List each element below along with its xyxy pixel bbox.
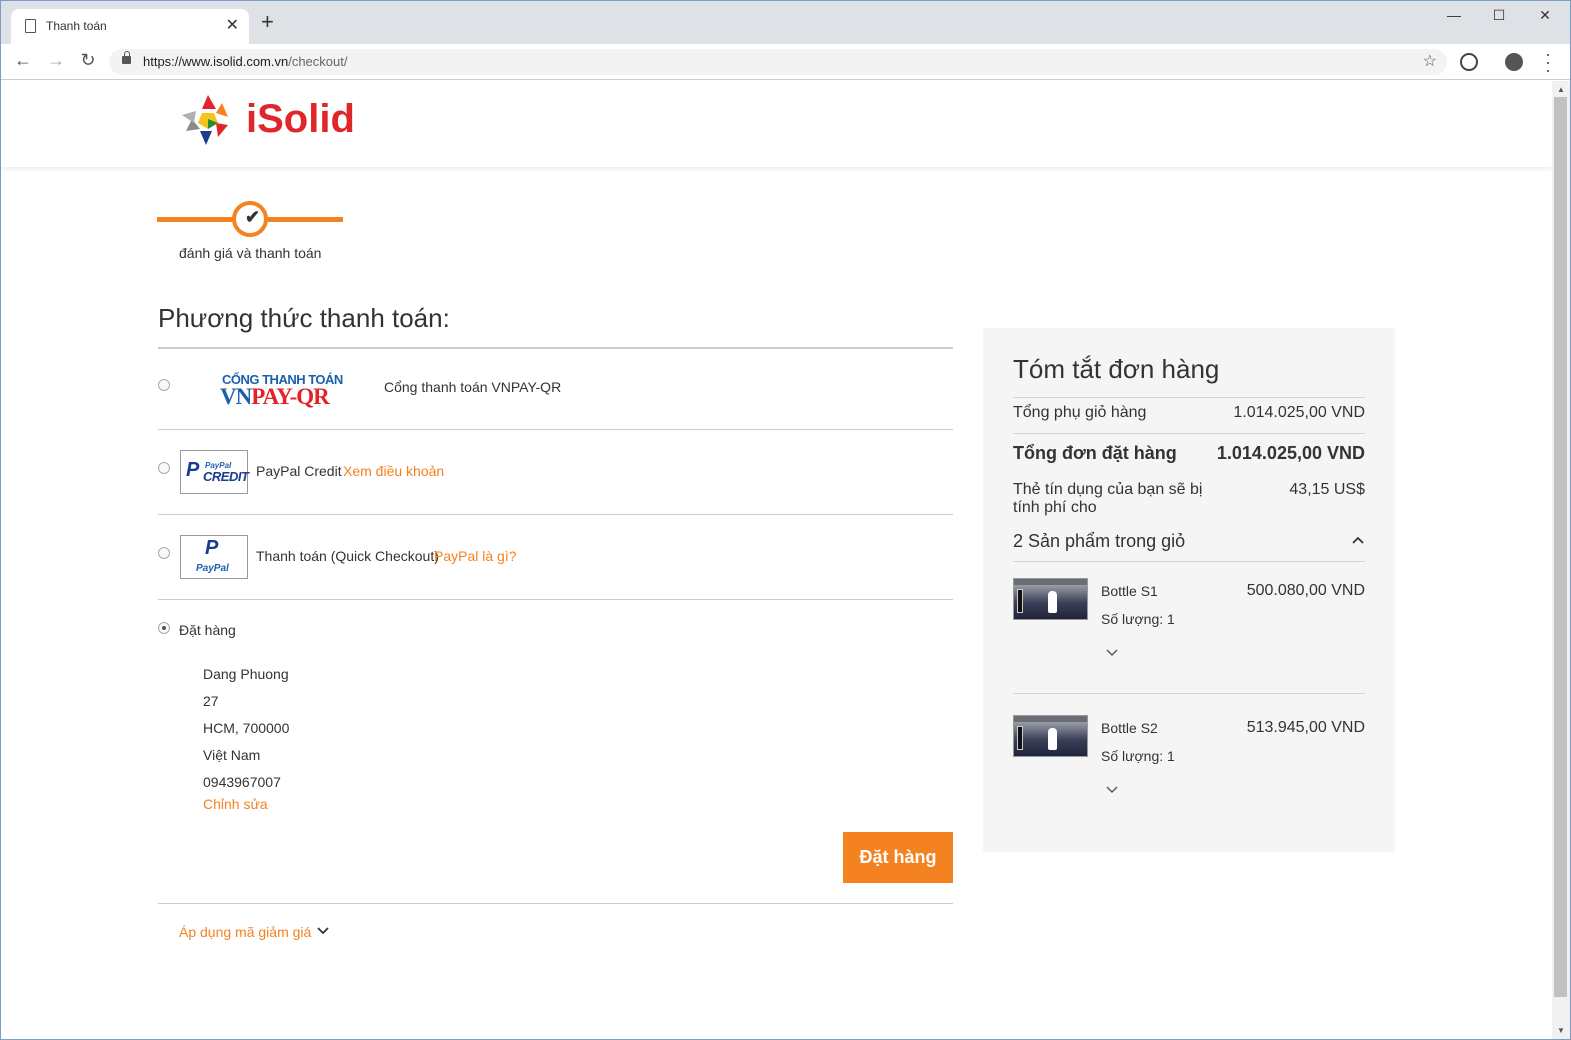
vnpay-logo-vn: VN	[220, 384, 252, 409]
address-city: HCM, 700000	[203, 720, 290, 736]
paypal-p-icon: P	[186, 459, 200, 481]
subtotal-label: Tổng phụ giỏ hàng	[1013, 404, 1147, 421]
divider	[1013, 433, 1365, 434]
product-price: 500.080,00 VND	[1246, 582, 1365, 599]
order-option-label: Đặt hàng	[179, 622, 236, 638]
vnpay-logo-bottom: VNPAY-QR	[220, 384, 330, 410]
total-value: 1.014.025,00 VND	[1216, 443, 1365, 463]
chevron-up-icon[interactable]	[1351, 533, 1365, 547]
payment-option-vnpay[interactable]: CỔNG THANH TOÁN VNPAY-QR Cổng thanh toán…	[158, 349, 953, 430]
charge-value: 43,15 US$	[1289, 481, 1365, 498]
paypal-credit-terms-link[interactable]: Xem điều khoản	[343, 463, 444, 479]
url-text[interactable]: https://www.isolid.com.vn/checkout/	[143, 54, 347, 69]
subtotal-value: 1.014.025,00 VND	[1233, 404, 1365, 421]
paypal-label: Thanh toán (Quick Checkout)	[256, 548, 439, 564]
paypal-credit-label: PayPal Credit	[256, 463, 342, 479]
paypal-p-icon: P	[205, 537, 219, 559]
product-price: 513.945,00 VND	[1246, 719, 1365, 736]
window-close-icon[interactable]: ✕	[1522, 7, 1568, 24]
product-thumbnail	[1013, 578, 1088, 620]
browser-window: Thanh toán ✕ + — ☐ ✕ ← → ↻ https://www.i…	[0, 0, 1571, 1040]
paypal-credit-logo: P PayPal CREDIT	[180, 450, 249, 494]
summary-title: Tóm tắt đơn hàng	[1013, 354, 1220, 384]
scrollbar-thumb[interactable]	[1554, 97, 1567, 997]
address-street: 27	[203, 693, 219, 709]
site-header: iSolid	[1, 81, 1552, 167]
paypal-what-link[interactable]: PayPal là gì?	[434, 548, 517, 564]
charge-label: Thẻ tín dụng của bạn sẽ bị tính phí cho	[1013, 481, 1203, 516]
site-logo[interactable]: iSolid	[178, 91, 358, 149]
product-thumbnail	[1013, 715, 1088, 757]
product-name: Bottle S1	[1101, 583, 1158, 599]
vnpay-logo: CỔNG THANH TOÁN VNPAY-QR	[220, 369, 343, 413]
brand-name: iSolid	[246, 97, 355, 141]
document-icon	[25, 19, 36, 33]
tab-title: Thanh toán	[46, 19, 107, 33]
address-phone: 0943967007	[203, 774, 281, 790]
checkout-progress: ✔ đánh giá và thanh toán	[157, 193, 343, 263]
isolid-logo-icon	[182, 95, 228, 145]
url-path: /checkout/	[288, 54, 348, 69]
cart-count-toggle[interactable]: 2 Sản phẩm trong giỏ	[1013, 531, 1185, 552]
place-order-button[interactable]: Đặt hàng	[843, 832, 953, 883]
extension-icon[interactable]	[1460, 53, 1478, 71]
paypal-logo: P PayPal	[180, 535, 248, 579]
new-tab-icon[interactable]: +	[261, 11, 274, 33]
browser-toolbar: ← → ↻ https://www.isolid.com.vn/checkout…	[1, 44, 1570, 80]
page-scrollbar[interactable]: ▲ ▼	[1552, 81, 1570, 1039]
tab-close-icon[interactable]: ✕	[226, 15, 239, 35]
product-name: Bottle S2	[1101, 720, 1158, 736]
chevron-down-icon[interactable]	[1105, 783, 1119, 797]
address-bar[interactable]: https://www.isolid.com.vn/checkout/ ☆	[109, 49, 1447, 75]
chevron-down-icon[interactable]	[1105, 646, 1119, 660]
edit-address-link[interactable]: Chỉnh sửa	[203, 796, 268, 812]
divider	[1013, 397, 1365, 398]
page-viewport: iSolid ✔ đánh giá và thanh toán Phương t…	[1, 81, 1552, 1039]
forward-icon[interactable]: →	[44, 50, 68, 71]
check-icon: ✔	[245, 207, 261, 227]
url-host: https://www.isolid.com.vn	[143, 54, 289, 69]
tab-bar: Thanh toán ✕ + — ☐ ✕	[1, 1, 1570, 44]
address-name: Dang Phuong	[203, 666, 289, 682]
paypal-logo-text: PayPal	[196, 563, 229, 574]
browser-menu-icon[interactable]: · · ·	[1545, 45, 1551, 79]
scroll-up-icon[interactable]: ▲	[1557, 85, 1565, 94]
vnpay-label: Cổng thanh toán VNPAY-QR	[384, 379, 562, 395]
reload-icon[interactable]: ↻	[76, 50, 100, 71]
paypal-radio[interactable]	[158, 547, 170, 559]
maximize-icon[interactable]: ☐	[1476, 7, 1522, 24]
lock-icon	[122, 51, 131, 64]
minimize-icon[interactable]: —	[1431, 7, 1477, 23]
address-country: Việt Nam	[203, 747, 261, 763]
scroll-down-icon[interactable]: ▼	[1557, 1026, 1565, 1035]
product-qty: Số lượng: 1	[1101, 611, 1175, 627]
back-icon[interactable]: ←	[11, 50, 35, 71]
apply-discount-link[interactable]: Áp dụng mã giảm giá	[179, 924, 311, 940]
product-qty: Số lượng: 1	[1101, 748, 1175, 764]
payment-method-title: Phương thức thanh toán:	[158, 303, 450, 333]
progress-step-circle: ✔	[232, 201, 268, 237]
chevron-down-icon[interactable]	[316, 924, 330, 938]
paypal-credit-logo-bottom: CREDIT	[203, 469, 249, 484]
order-radio[interactable]	[158, 622, 170, 634]
paypal-credit-radio[interactable]	[158, 462, 170, 474]
bookmark-star-icon[interactable]: ☆	[1423, 51, 1437, 71]
profile-avatar-icon[interactable]	[1505, 53, 1523, 71]
tab-checkout[interactable]: Thanh toán ✕	[11, 9, 249, 44]
divider	[1013, 693, 1365, 694]
progress-step-label: đánh giá và thanh toán	[179, 245, 322, 261]
total-label: Tổng đơn đặt hàng	[1013, 443, 1177, 463]
order-summary: Tóm tắt đơn hàng Tổng phụ giỏ hàng 1.014…	[983, 328, 1395, 852]
vnpay-radio[interactable]	[158, 379, 170, 391]
divider	[158, 903, 953, 904]
divider	[1013, 561, 1365, 562]
payment-option-paypal[interactable]: P PayPal Thanh toán (Quick Checkout) Pay…	[158, 515, 953, 600]
vnpay-logo-payqr: PAY-QR	[251, 384, 329, 409]
payment-option-paypal-credit[interactable]: P PayPal CREDIT PayPal Credit Xem điều k…	[158, 430, 953, 515]
